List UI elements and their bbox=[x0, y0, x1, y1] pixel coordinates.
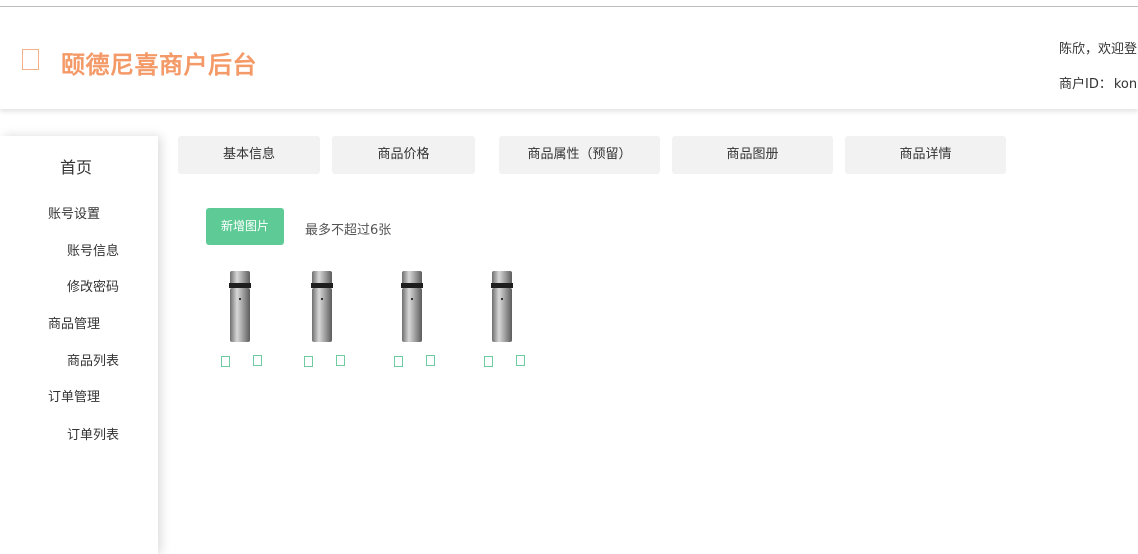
image-edit-icon[interactable] bbox=[304, 356, 313, 367]
gallery-image bbox=[229, 271, 251, 342]
gallery-image bbox=[491, 271, 513, 342]
tab-product-details[interactable]: 商品详情 bbox=[845, 136, 1006, 174]
logo-icon bbox=[22, 49, 39, 70]
user-greeting: 陈欣，欢迎登 bbox=[1059, 42, 1138, 57]
sidebar-item-change-password[interactable]: 修改密码 bbox=[67, 276, 119, 295]
tab-product-gallery[interactable]: 商品图册 bbox=[672, 136, 833, 174]
sidebar-item-product-list[interactable]: 商品列表 bbox=[67, 350, 119, 369]
image-delete-icon[interactable] bbox=[516, 355, 525, 366]
brand-title: 颐德尼喜商户后台 bbox=[61, 51, 257, 79]
image-delete-icon[interactable] bbox=[336, 355, 345, 366]
image-edit-icon[interactable] bbox=[394, 356, 403, 367]
add-image-button[interactable]: 新增图片 bbox=[206, 208, 284, 245]
sidebar: 首页 账号设置 账号信息 修改密码 商品管理 商品列表 订单管理 订单列表 bbox=[0, 136, 158, 554]
sidebar-section-product-management[interactable]: 商品管理 bbox=[48, 313, 100, 332]
sidebar-item-home[interactable]: 首页 bbox=[0, 154, 152, 178]
sidebar-section-account-settings[interactable]: 账号设置 bbox=[48, 203, 100, 222]
image-edit-icon[interactable] bbox=[484, 356, 493, 367]
image-delete-icon[interactable] bbox=[253, 355, 262, 366]
merchant-id-value: kon bbox=[1113, 77, 1138, 92]
tab-product-price[interactable]: 商品价格 bbox=[332, 136, 475, 174]
gallery-image bbox=[311, 271, 333, 342]
sidebar-item-order-list[interactable]: 订单列表 bbox=[67, 424, 119, 443]
gallery-image bbox=[401, 271, 423, 342]
merchant-id-label: 商户ID： bbox=[1059, 77, 1112, 92]
sidebar-item-account-info[interactable]: 账号信息 bbox=[67, 240, 119, 259]
tab-product-attributes[interactable]: 商品属性（预留） bbox=[499, 136, 660, 174]
image-edit-icon[interactable] bbox=[221, 356, 230, 367]
image-limit-note: 最多不超过6张 bbox=[305, 223, 392, 238]
image-delete-icon[interactable] bbox=[426, 355, 435, 366]
merchant-id: 商户ID： kon bbox=[1059, 73, 1137, 92]
sidebar-section-order-management[interactable]: 订单管理 bbox=[48, 386, 100, 405]
header-bar: 颐德尼喜商户后台 陈欣，欢迎登 商户ID： kon bbox=[0, 7, 1138, 109]
tab-basic-info[interactable]: 基本信息 bbox=[178, 136, 320, 174]
